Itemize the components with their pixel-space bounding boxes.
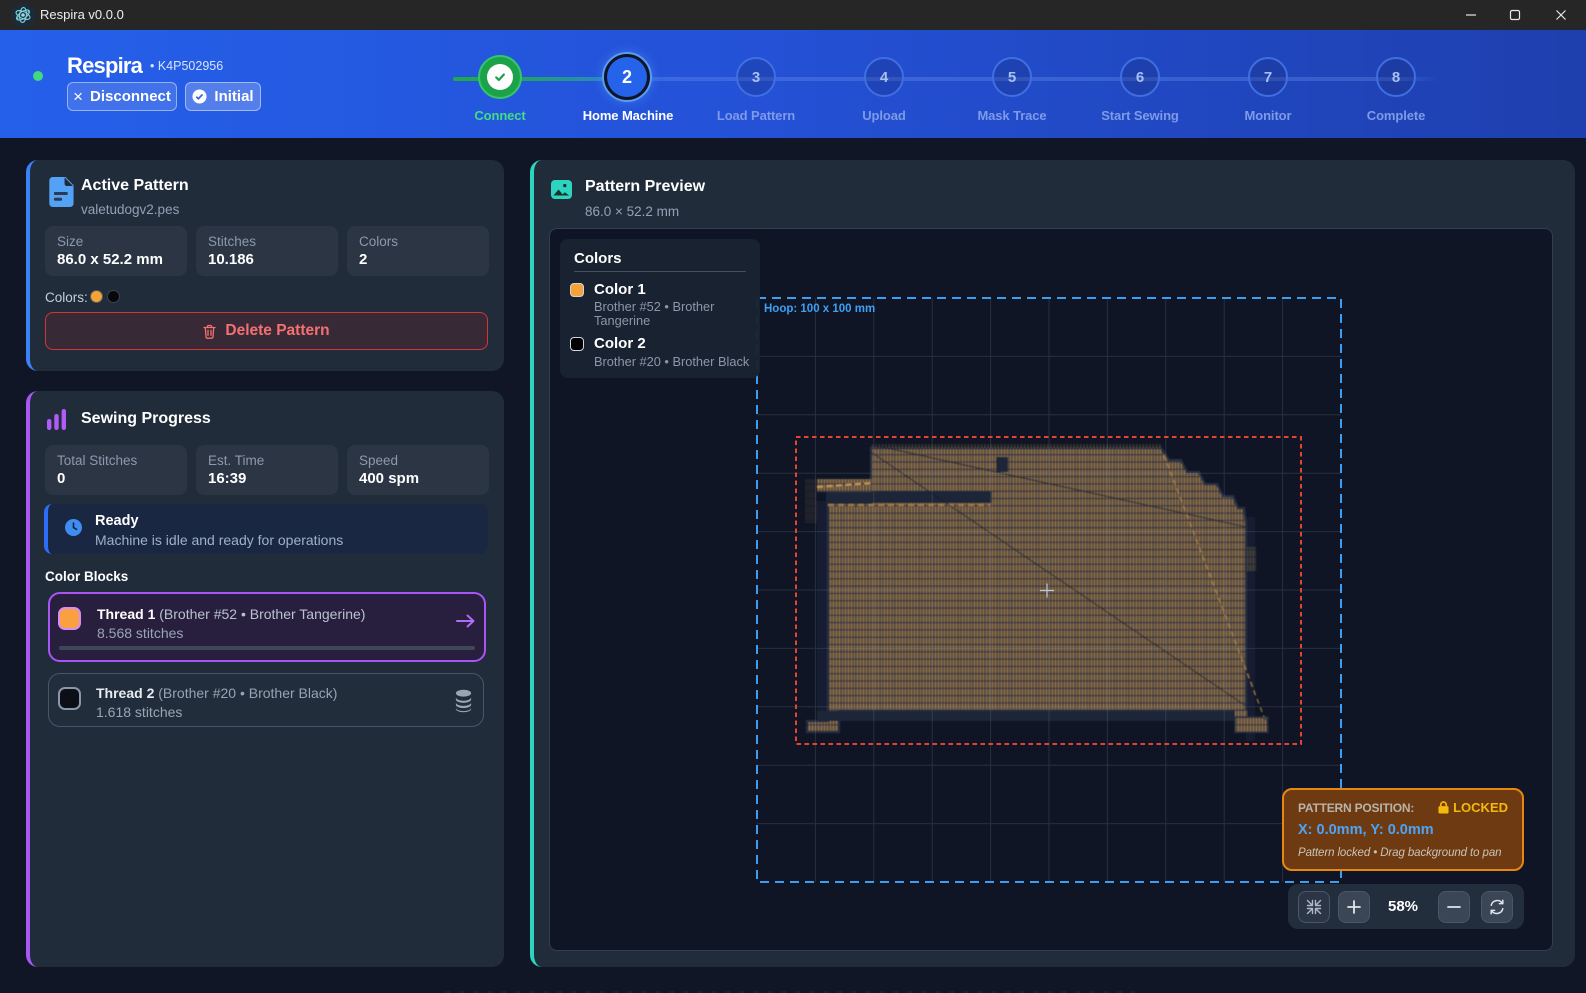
svg-text:Hoop: 100 x 100 mm: Hoop: 100 x 100 mm [764, 303, 875, 315]
